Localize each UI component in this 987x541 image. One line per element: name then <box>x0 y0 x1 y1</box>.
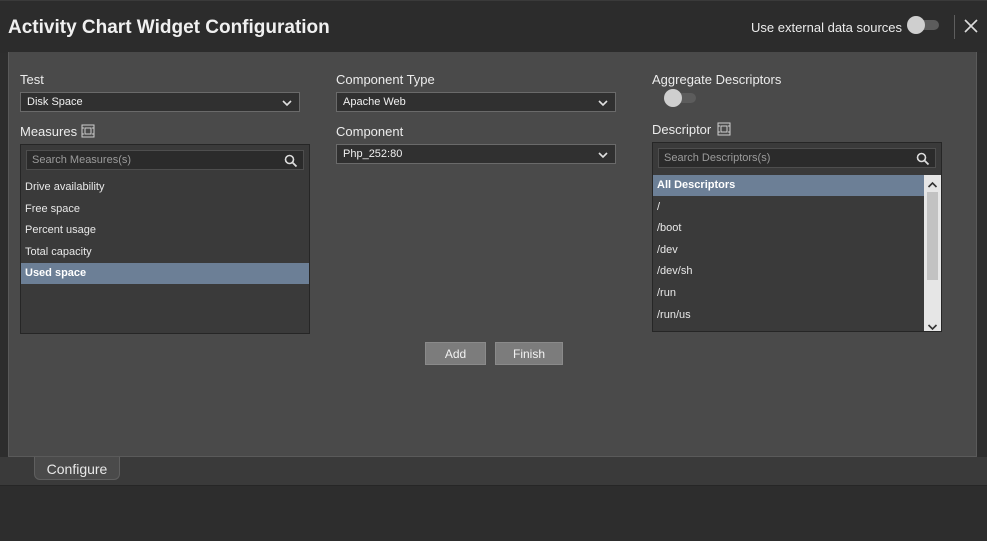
component-value: Php_252:80 <box>343 148 403 160</box>
measure-item-selected[interactable]: Used space <box>21 263 309 284</box>
test-select-value: Disk Space <box>27 96 83 108</box>
chevron-up-icon[interactable] <box>927 177 938 188</box>
measures-list: Drive availability Free space Percent us… <box>20 144 310 334</box>
descriptor-item[interactable]: / <box>653 197 924 218</box>
measures-search-input[interactable] <box>32 153 262 167</box>
toggle-knob <box>664 89 682 107</box>
select-all-icon[interactable] <box>81 124 95 138</box>
test-label: Test <box>20 72 44 87</box>
search-icon[interactable] <box>916 152 930 166</box>
component-type-label: Component Type <box>336 72 435 87</box>
chevron-down-icon[interactable] <box>927 319 938 331</box>
tab-configure[interactable]: Configure <box>34 457 120 480</box>
component-label: Component <box>336 124 404 139</box>
aggregate-descriptors-toggle[interactable] <box>664 89 698 107</box>
finish-button[interactable]: Finish <box>495 342 563 365</box>
measures-label: Measures <box>20 124 78 139</box>
descriptor-scrollbar[interactable] <box>924 175 941 331</box>
test-select[interactable]: Disk Space <box>20 92 300 112</box>
chevron-down-icon <box>598 150 608 159</box>
measure-item[interactable]: Free space <box>21 199 309 220</box>
scrollbar-thumb[interactable] <box>927 192 938 280</box>
header-divider <box>954 15 955 39</box>
component-type-value: Apache Web <box>343 96 406 108</box>
descriptor-item[interactable]: /boot <box>653 218 924 239</box>
external-sources-toggle[interactable] <box>907 16 941 34</box>
descriptor-search-input[interactable] <box>664 151 894 165</box>
descriptor-item[interactable]: /dev/sh <box>653 261 924 282</box>
measure-item[interactable]: Percent usage <box>21 220 309 241</box>
configuration-panel: Test Disk Space Measures Drive availabil… <box>8 52 977 457</box>
dialog-header: Activity Chart Widget Configuration Use … <box>0 0 987 53</box>
external-sources-label: Use external data sources <box>751 20 903 35</box>
aggregate-descriptors-label: Aggregate Descriptors <box>652 72 782 87</box>
measure-item[interactable]: Drive availability <box>21 177 309 198</box>
chevron-down-icon <box>598 98 608 107</box>
descriptor-list: All Descriptors / /boot /dev /dev/sh /ru… <box>652 142 942 332</box>
descriptor-item-selected[interactable]: All Descriptors <box>653 175 924 196</box>
close-icon[interactable] <box>962 17 980 35</box>
measures-search[interactable] <box>26 150 304 170</box>
component-select[interactable]: Php_252:80 <box>336 144 616 164</box>
chevron-down-icon <box>282 98 292 107</box>
descriptor-search[interactable] <box>658 148 936 168</box>
component-type-select[interactable]: Apache Web <box>336 92 616 112</box>
descriptor-item[interactable]: /run <box>653 283 924 304</box>
dialog-title: Activity Chart Widget Configuration <box>8 17 330 38</box>
descriptor-item[interactable]: /dev <box>653 240 924 261</box>
measure-item[interactable]: Total capacity <box>21 242 309 263</box>
dialog-footer <box>0 485 987 541</box>
descriptor-item[interactable]: /run/us <box>653 305 924 326</box>
descriptor-label: Descriptor <box>652 122 712 137</box>
add-button[interactable]: Add <box>425 342 486 365</box>
tab-bar: Configure <box>0 457 987 485</box>
select-all-icon[interactable] <box>717 122 731 136</box>
toggle-knob <box>907 16 925 34</box>
search-icon[interactable] <box>284 154 298 168</box>
